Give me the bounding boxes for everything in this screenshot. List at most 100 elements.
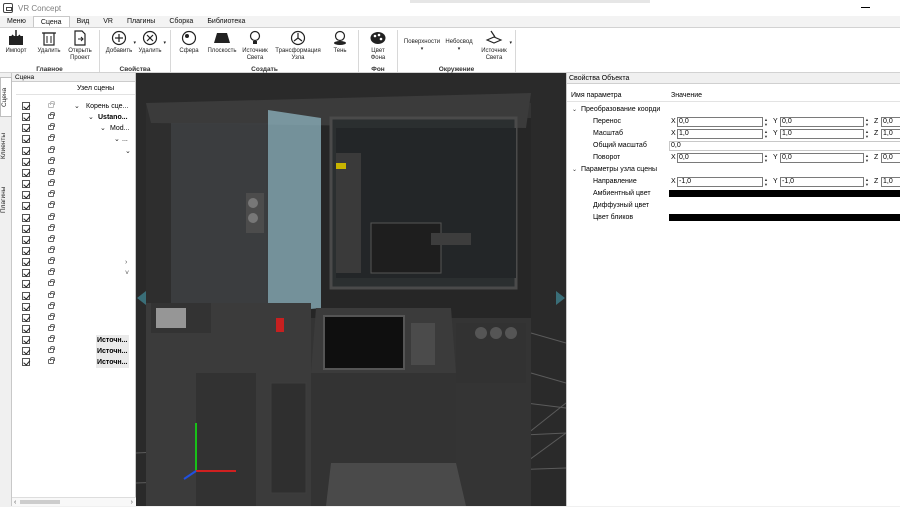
- tree-row[interactable]: [12, 234, 136, 246]
- lock-icon[interactable]: [48, 112, 55, 120]
- visibility-checkbox[interactable]: [22, 313, 30, 322]
- tree-row[interactable]: ⌄ Mod...: [12, 123, 136, 134]
- visibility-checkbox[interactable]: [22, 213, 30, 222]
- direction-x-field[interactable]: -1,0: [677, 177, 763, 187]
- tree-node-label[interactable]: ...: [122, 134, 128, 145]
- chevron-down-icon[interactable]: ⌄: [572, 104, 577, 116]
- spin-arrows-icon[interactable]: ▲ ▼: [763, 129, 769, 139]
- visibility-checkbox[interactable]: [22, 325, 30, 333]
- nav-right-arrow[interactable]: [556, 291, 565, 305]
- ambient-color-swatch[interactable]: [669, 190, 900, 197]
- side-tab-plugins[interactable]: Плагины: [0, 175, 12, 225]
- lock-icon[interactable]: [48, 223, 55, 231]
- plane-button[interactable]: Плоскость: [205, 30, 239, 55]
- surfaces-dropdown[interactable]: Поверхности ▾: [403, 39, 441, 53]
- tree-node-label[interactable]: Mod...: [110, 123, 129, 134]
- visibility-checkbox[interactable]: [22, 224, 30, 233]
- tree-row[interactable]: [12, 167, 136, 179]
- visibility-checkbox[interactable]: [22, 269, 30, 278]
- tab-library[interactable]: Библиотека: [200, 16, 252, 27]
- lock-icon[interactable]: [48, 279, 55, 287]
- lock-icon[interactable]: [48, 290, 55, 298]
- tab-view[interactable]: Вид: [70, 16, 97, 27]
- open-project-button[interactable]: Открыть Проект: [66, 30, 94, 62]
- visibility-checkbox[interactable]: [22, 180, 30, 189]
- lock-icon[interactable]: [48, 324, 55, 331]
- lock-icon[interactable]: [48, 145, 55, 153]
- horizontal-scrollbar[interactable]: ‹ ›: [12, 497, 136, 506]
- sky-dropdown[interactable]: Небосвод ▾: [444, 39, 474, 53]
- tab-plugins[interactable]: Плагины: [120, 16, 162, 27]
- scrollbar-thumb[interactable]: [20, 500, 60, 504]
- tree-row[interactable]: [12, 201, 136, 212]
- direction-y-field[interactable]: -1,0: [780, 177, 864, 187]
- translate-x-field[interactable]: 0,0: [677, 117, 763, 127]
- uniform-scale-field[interactable]: 0,0: [669, 141, 900, 151]
- lock-icon[interactable]: [48, 335, 55, 343]
- visibility-checkbox[interactable]: [22, 336, 30, 345]
- tree-node-label[interactable]: Ustano...: [98, 112, 128, 123]
- light-source-button[interactable]: Источник Света: [240, 30, 270, 62]
- visibility-checkbox[interactable]: [22, 291, 30, 300]
- spin-arrows-icon[interactable]: ▲ ▼: [763, 117, 769, 127]
- tree-row[interactable]: [12, 179, 136, 190]
- nav-left-arrow[interactable]: [137, 291, 146, 305]
- lock-icon[interactable]: [48, 123, 55, 131]
- spin-arrows-icon[interactable]: ▲ ▼: [763, 153, 769, 163]
- tree-row[interactable]: [12, 268, 136, 279]
- tree-row[interactable]: ⌄ Корень сце...: [12, 101, 136, 112]
- spin-arrows-icon[interactable]: ▲ ▼: [763, 177, 769, 187]
- tree-row[interactable]: Источн...: [12, 346, 136, 358]
- tree-row[interactable]: [12, 312, 136, 324]
- tree-row[interactable]: Источн...: [12, 357, 136, 369]
- scale-y-field[interactable]: 1,0: [780, 129, 864, 139]
- tree-row[interactable]: [12, 257, 136, 268]
- tree-node-label[interactable]: Корень сце...: [86, 101, 128, 112]
- tree-row[interactable]: [12, 324, 136, 335]
- tree-row[interactable]: [12, 245, 136, 257]
- tree-row[interactable]: [12, 190, 136, 201]
- visibility-checkbox[interactable]: [22, 280, 30, 289]
- chevron-down-icon[interactable]: ⌄: [572, 164, 577, 176]
- lock-icon[interactable]: [48, 134, 55, 142]
- visibility-checkbox[interactable]: [22, 102, 30, 110]
- tree-row[interactable]: Источн...: [12, 335, 136, 347]
- visibility-checkbox[interactable]: [22, 135, 30, 144]
- tree-node-label[interactable]: Источн...: [96, 335, 129, 347]
- import-button[interactable]: Импорт: [5, 30, 27, 55]
- sphere-button[interactable]: Сфера: [176, 30, 202, 55]
- visibility-checkbox[interactable]: [22, 113, 30, 122]
- visibility-checkbox[interactable]: [22, 358, 30, 367]
- spin-arrows-icon[interactable]: ▲ ▼: [864, 129, 870, 139]
- lock-icon[interactable]: [48, 268, 55, 276]
- side-tab-clients[interactable]: Клиенты: [0, 121, 12, 171]
- lock-icon[interactable]: [48, 190, 55, 198]
- lock-icon[interactable]: [48, 212, 55, 220]
- tab-menu[interactable]: Меню: [0, 16, 33, 27]
- visibility-checkbox[interactable]: [22, 124, 30, 133]
- lock-icon[interactable]: [48, 357, 55, 365]
- spin-arrows-icon[interactable]: ▲ ▼: [864, 177, 870, 187]
- background-color-button[interactable]: Цвет Фона: [366, 30, 390, 62]
- visibility-checkbox[interactable]: [22, 146, 30, 155]
- transform-section[interactable]: ⌄ Преобразование коорди: [567, 104, 900, 116]
- specular-color-swatch[interactable]: [669, 214, 900, 221]
- lock-icon[interactable]: [48, 101, 55, 108]
- lock-icon[interactable]: [48, 257, 55, 265]
- remove-button[interactable]: Удалить ▾: [136, 30, 166, 55]
- delete-button[interactable]: Удалить: [36, 30, 62, 55]
- node-params-section[interactable]: ⌄ Параметры узла сцены: [567, 164, 900, 176]
- chevron-right-icon[interactable]: ›: [125, 259, 127, 266]
- scale-z-field[interactable]: 1,0: [881, 129, 900, 139]
- expand-chevron-icon[interactable]: ⌄: [100, 123, 106, 134]
- tree-row[interactable]: ⌄ Ustano...: [12, 112, 136, 123]
- lock-icon[interactable]: [48, 156, 55, 164]
- visibility-checkbox[interactable]: [22, 258, 30, 267]
- lock-icon[interactable]: [48, 234, 55, 242]
- expand-chevron-icon[interactable]: ⌄: [88, 112, 94, 123]
- visibility-checkbox[interactable]: [22, 235, 30, 244]
- shadow-button[interactable]: Тень: [327, 30, 353, 55]
- tree-row[interactable]: [12, 223, 136, 235]
- tree-row[interactable]: ⌄...: [12, 134, 136, 145]
- visibility-checkbox[interactable]: [22, 168, 30, 177]
